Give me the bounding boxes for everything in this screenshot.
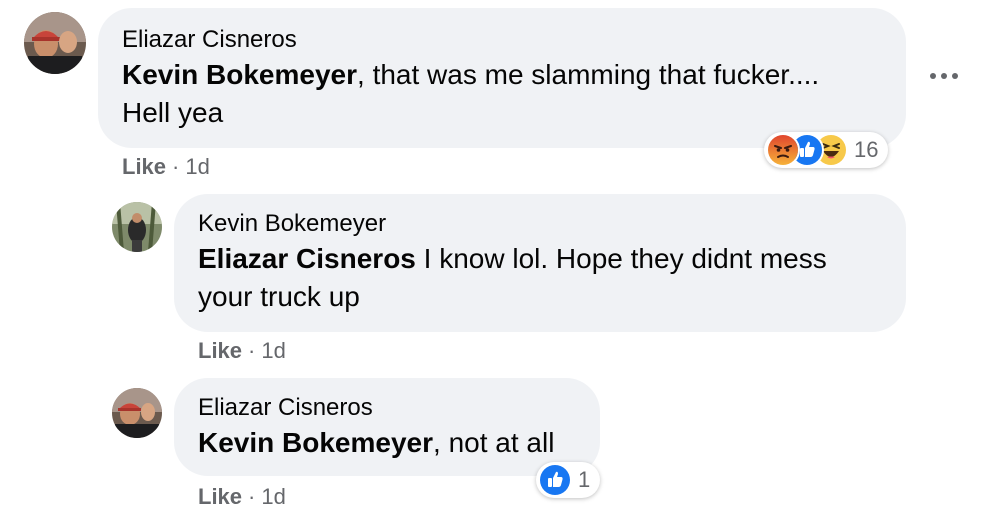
comment-author[interactable]: Kevin Bokemeyer bbox=[198, 210, 386, 238]
angry-icon bbox=[766, 133, 800, 167]
timestamp[interactable]: 1d bbox=[261, 338, 285, 363]
comment-author[interactable]: Eliazar Cisneros bbox=[122, 26, 297, 54]
reactions-summary[interactable]: 16 bbox=[764, 132, 889, 168]
timestamp[interactable]: 1d bbox=[185, 154, 209, 179]
like-icon bbox=[538, 463, 572, 497]
comment-actions: Like · 1d bbox=[198, 338, 286, 364]
like-button[interactable]: Like bbox=[122, 154, 166, 179]
mention-link[interactable]: Kevin Bokemeyer bbox=[122, 59, 357, 90]
separator: · bbox=[248, 338, 256, 363]
avatar[interactable] bbox=[112, 388, 162, 438]
comment-author[interactable]: Eliazar Cisneros bbox=[198, 394, 373, 422]
reactions-summary[interactable]: 1 bbox=[536, 462, 601, 498]
comment-text: Eliazar Cisneros I know lol. Hope they d… bbox=[198, 243, 827, 312]
reaction-count: 1 bbox=[578, 467, 591, 492]
comment-text: Kevin Bokemeyer, that was me slamming th… bbox=[122, 59, 820, 128]
more-options-icon[interactable] bbox=[930, 66, 962, 86]
like-button[interactable]: Like bbox=[198, 484, 242, 509]
separator: · bbox=[172, 154, 180, 179]
reaction-count: 16 bbox=[854, 137, 879, 162]
avatar[interactable] bbox=[112, 202, 162, 252]
separator: · bbox=[248, 484, 256, 509]
mention-link[interactable]: Kevin Bokemeyer bbox=[198, 427, 433, 458]
comment-actions: Like · 1d bbox=[198, 484, 286, 510]
timestamp[interactable]: 1d bbox=[261, 484, 285, 509]
comment-actions: Like · 1d bbox=[122, 154, 210, 180]
comment-text: Kevin Bokemeyer, not at all bbox=[198, 427, 555, 458]
like-button[interactable]: Like bbox=[198, 338, 242, 363]
avatar[interactable] bbox=[24, 12, 86, 74]
mention-link[interactable]: Eliazar Cisneros bbox=[198, 243, 416, 274]
